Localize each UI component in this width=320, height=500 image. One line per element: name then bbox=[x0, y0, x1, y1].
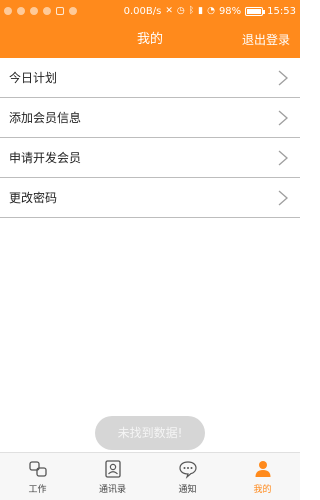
menu-item-apply-develop-member[interactable]: 申请开发会员 bbox=[0, 138, 300, 178]
profile-icon bbox=[255, 460, 270, 477]
mute-icon: ✕ bbox=[165, 5, 173, 16]
tab-label: 工作 bbox=[28, 484, 47, 495]
menu-item-label: 添加会员信息 bbox=[9, 111, 82, 125]
chevron-right-icon bbox=[278, 150, 288, 166]
app-notification-icon bbox=[17, 7, 25, 15]
app-notification-icon bbox=[30, 7, 38, 15]
menu-item-label: 申请开发会员 bbox=[9, 151, 82, 165]
chevron-right-icon bbox=[278, 110, 288, 126]
settings-menu: 今日计划 添加会员信息 申请开发会员 更改密码 bbox=[0, 58, 300, 218]
toast-message: 未找到数据! bbox=[95, 416, 205, 450]
menu-item-today-plan[interactable]: 今日计划 bbox=[0, 58, 300, 98]
chevron-right-icon bbox=[278, 70, 288, 86]
battery-fill bbox=[247, 8, 261, 14]
app-notification-icon bbox=[69, 7, 77, 15]
menu-item-label: 更改密码 bbox=[9, 191, 58, 205]
battery-percent: 98% bbox=[218, 5, 242, 17]
status-bar: 0.00B/s ✕ ◷ ᛒ ▮ ◔ 98% 15:53 bbox=[0, 0, 300, 22]
notification-icon bbox=[178, 460, 197, 479]
logout-button[interactable]: 退出登录 bbox=[242, 22, 290, 58]
work-icon bbox=[28, 460, 47, 477]
tab-label: 通知 bbox=[178, 484, 197, 495]
menu-item-add-member[interactable]: 添加会员信息 bbox=[0, 98, 300, 138]
image-notification-icon bbox=[56, 7, 64, 15]
contacts-icon bbox=[104, 459, 121, 478]
tab-contacts[interactable]: 通讯录 bbox=[75, 453, 150, 500]
notification-icons bbox=[4, 7, 77, 15]
tab-label: 我的 bbox=[253, 484, 272, 495]
chevron-right-icon bbox=[278, 190, 288, 206]
menu-item-change-password[interactable]: 更改密码 bbox=[0, 178, 300, 218]
alarm-icon: ◷ bbox=[176, 5, 185, 16]
bluetooth-icon: ᛒ bbox=[188, 5, 195, 16]
tab-profile[interactable]: 我的 bbox=[225, 453, 300, 500]
app-notification-icon bbox=[43, 7, 51, 15]
menu-item-label: 今日计划 bbox=[9, 71, 58, 85]
wifi-icon: ◔ bbox=[207, 5, 215, 16]
tab-label: 通讯录 bbox=[98, 484, 126, 495]
tab-notifications[interactable]: 通知 bbox=[150, 453, 225, 500]
tab-work[interactable]: 工作 bbox=[0, 453, 75, 500]
battery-icon bbox=[245, 6, 266, 16]
network-speed: 0.00B/s bbox=[123, 5, 162, 17]
app-notification-icon bbox=[4, 7, 12, 15]
bottom-tab-bar: 工作 通讯录 通知 我的 bbox=[0, 452, 300, 500]
signal-icon: ▮ bbox=[198, 5, 204, 16]
app-header: 我的 退出登录 bbox=[0, 22, 300, 58]
clock: 15:53 bbox=[267, 5, 296, 17]
